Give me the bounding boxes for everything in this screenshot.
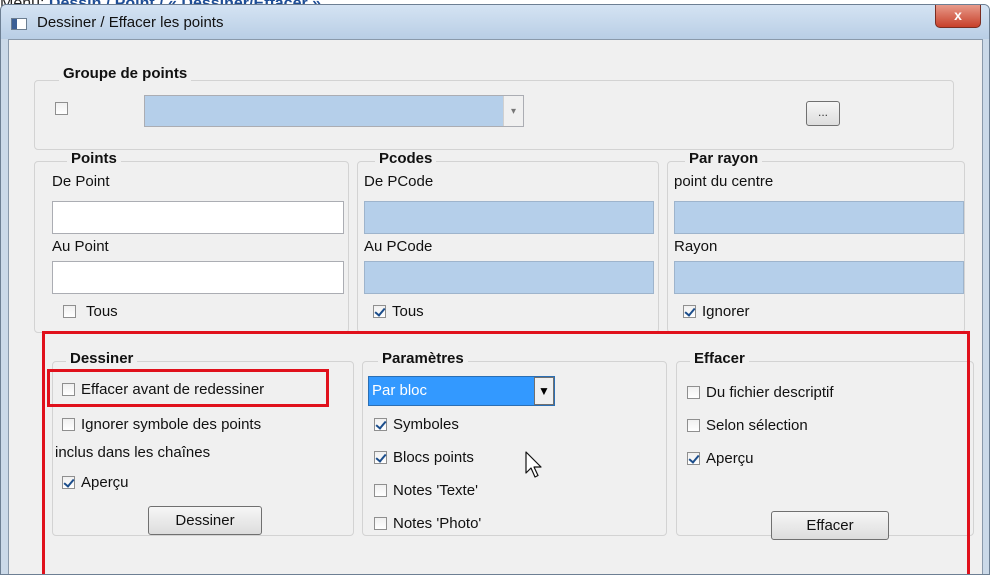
rayon-label: Rayon xyxy=(674,238,718,255)
mode-combobox-value: Par bloc xyxy=(372,382,428,399)
notes-photo-checkbox[interactable]: Notes 'Photo' xyxy=(374,513,481,533)
effacer-apercu-box xyxy=(687,451,700,465)
ignorer-symbole-box xyxy=(62,417,75,431)
fichier-descriptif-box xyxy=(687,385,700,399)
groupe-points-title: Groupe de points xyxy=(59,65,192,82)
au-point-label: Au Point xyxy=(52,238,109,255)
rayon-input[interactable] xyxy=(674,261,964,294)
par-rayon-title: Par rayon xyxy=(685,150,763,167)
groupe-points-combobox[interactable]: ▾ xyxy=(144,95,524,127)
window-icon xyxy=(11,18,27,30)
blocs-points-checkbox[interactable]: Blocs points xyxy=(374,447,474,467)
ignorer-label: Ignorer xyxy=(702,302,750,320)
window-title: Dessiner / Effacer les points xyxy=(37,14,224,31)
au-pcode-input[interactable] xyxy=(364,261,654,294)
chevron-down-icon[interactable]: ▾ xyxy=(503,96,523,126)
de-pcode-input[interactable] xyxy=(364,201,654,234)
effacer-button[interactable]: Effacer xyxy=(771,511,889,540)
pcodes-tous-box xyxy=(373,304,386,318)
dessiner-apercu-label: Aperçu xyxy=(81,473,129,491)
dessiner-button[interactable]: Dessiner xyxy=(148,506,262,535)
parametres-title: Paramètres xyxy=(378,350,468,367)
point-centre-label: point du centre xyxy=(674,173,774,190)
au-point-input[interactable] xyxy=(52,261,344,294)
notes-texte-box xyxy=(374,483,387,497)
title-bar: Dessiner / Effacer les points x xyxy=(1,5,989,39)
ignorer-symbole-label: Ignorer symbole des points xyxy=(81,415,262,433)
ignorer-checkbox[interactable]: Ignorer xyxy=(683,301,750,321)
notes-texte-checkbox[interactable]: Notes 'Texte' xyxy=(374,480,478,500)
notes-texte-label: Notes 'Texte' xyxy=(393,481,478,499)
blocs-points-box xyxy=(374,450,387,464)
fichier-descriptif-checkbox[interactable]: Du fichier descriptif xyxy=(687,382,834,402)
effacer-apercu-label: Aperçu xyxy=(706,449,754,467)
groupe-points-checkbox[interactable] xyxy=(55,102,68,115)
au-pcode-label: Au PCode xyxy=(364,238,433,255)
effacer-title: Effacer xyxy=(690,350,749,367)
symboles-label: Symboles xyxy=(393,415,459,433)
effacer-avant-checkbox[interactable]: Effacer avant de redessiner xyxy=(62,379,264,399)
browse-button[interactable]: ... xyxy=(806,101,840,126)
close-icon: x xyxy=(954,7,962,23)
selon-selection-box xyxy=(687,418,700,432)
notes-photo-box xyxy=(374,516,387,530)
dessiner-apercu-checkbox[interactable]: Aperçu xyxy=(62,472,129,492)
de-pcode-label: De PCode xyxy=(364,173,434,190)
effacer-avant-label: Effacer avant de redessiner xyxy=(81,380,265,398)
pcodes-tous-checkbox[interactable]: Tous xyxy=(373,301,424,321)
effacer-apercu-checkbox[interactable]: Aperçu xyxy=(687,448,754,468)
symboles-checkbox[interactable]: Symboles xyxy=(374,414,459,434)
point-centre-input[interactable] xyxy=(674,201,964,234)
effacer-avant-box xyxy=(62,382,75,396)
selon-selection-label: Selon sélection xyxy=(706,416,808,434)
de-point-label: De Point xyxy=(52,173,110,190)
pcodes-title: Pcodes xyxy=(375,150,437,167)
points-tous-checkbox[interactable]: Tous xyxy=(63,301,118,321)
de-point-input[interactable] xyxy=(52,201,344,234)
points-tous-label: Tous xyxy=(86,302,118,320)
mode-combobox[interactable]: Par bloc ▼ xyxy=(368,376,555,406)
ignorer-symbole-label-line2: inclus dans les chaînes xyxy=(55,444,211,461)
ignorer-symbole-checkbox[interactable]: Ignorer symbole des points xyxy=(62,414,261,434)
pcodes-tous-label: Tous xyxy=(392,302,424,320)
ignorer-box xyxy=(683,304,696,318)
notes-photo-label: Notes 'Photo' xyxy=(393,514,482,532)
symboles-box xyxy=(374,417,387,431)
mouse-pointer-icon xyxy=(525,451,542,478)
chevron-down-icon[interactable]: ▼ xyxy=(534,377,554,405)
selon-selection-checkbox[interactable]: Selon sélection xyxy=(687,415,808,435)
dessiner-title: Dessiner xyxy=(66,350,138,367)
close-button[interactable]: x xyxy=(935,5,981,28)
dialog-client-area: Groupe de points ▾ ... Points De Point A… xyxy=(8,39,983,574)
dialog-window: Dessiner / Effacer les points x Groupe d… xyxy=(0,4,990,575)
dessiner-apercu-box xyxy=(62,475,75,489)
blocs-points-label: Blocs points xyxy=(393,448,474,466)
fichier-descriptif-label: Du fichier descriptif xyxy=(706,383,834,401)
points-title: Points xyxy=(67,150,121,167)
points-tous-box xyxy=(63,304,76,318)
